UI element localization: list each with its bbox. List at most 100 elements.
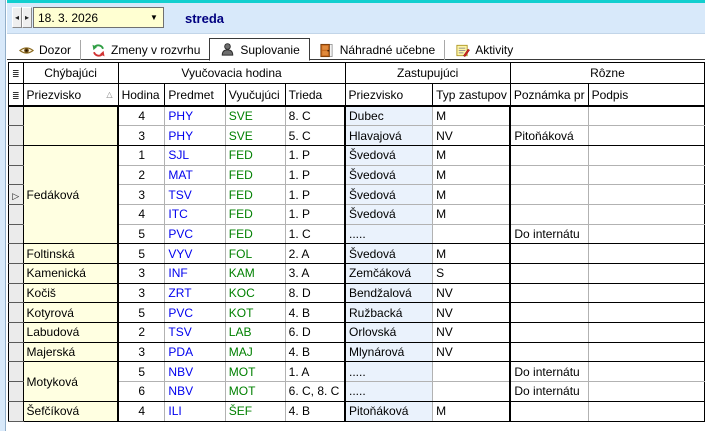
cell-trieda[interactable]: 6. C, 8. C [285, 382, 345, 402]
cell-hodina[interactable]: 6 [118, 382, 165, 402]
cell-zastupujuci[interactable]: Švedová [345, 204, 433, 224]
cell-podpis[interactable] [588, 204, 704, 224]
cell-hodina[interactable]: 1 [118, 145, 165, 165]
cell-chybajuci-priezvisko[interactable] [23, 106, 118, 145]
row-selector-cell[interactable] [9, 165, 24, 185]
cell-chybajuci-priezvisko[interactable]: Šefčíková [23, 401, 118, 421]
column-header[interactable]: Priezvisko△ [23, 84, 118, 107]
cell-trieda[interactable]: 1. P [285, 185, 345, 205]
cell-predmet[interactable]: TSV [165, 323, 225, 343]
cell-podpis[interactable] [588, 106, 704, 126]
column-header[interactable]: Priezvisko [345, 84, 433, 107]
date-combobox[interactable]: 18. 3. 2026 ▼ [33, 7, 164, 28]
cell-chybajuci-priezvisko[interactable]: Fedáková [23, 145, 118, 243]
cell-zastupujuci[interactable]: ..... [345, 382, 433, 402]
cell-poznamka[interactable] [510, 401, 588, 421]
cell-typ-zastupovania[interactable] [433, 362, 511, 382]
cell-vyucujuci[interactable]: KOC [225, 283, 285, 303]
cell-podpis[interactable] [588, 303, 704, 323]
cell-podpis[interactable] [588, 224, 704, 244]
cell-podpis[interactable] [588, 401, 704, 421]
cell-predmet[interactable]: TSV [165, 185, 225, 205]
cell-zastupujuci[interactable]: Pitoňáková [345, 401, 433, 421]
cell-typ-zastupovania[interactable] [433, 382, 511, 402]
column-header[interactable]: Vyučujúci [225, 84, 285, 107]
cell-vyucujuci[interactable]: LAB [225, 323, 285, 343]
cell-chybajuci-priezvisko[interactable]: Kamenická [23, 264, 118, 284]
cell-hodina[interactable]: 3 [118, 264, 165, 284]
cell-predmet[interactable]: MAT [165, 165, 225, 185]
cell-vyucujuci[interactable]: KOT [225, 303, 285, 323]
column-header[interactable]: Podpis [588, 84, 704, 107]
cell-vyucujuci[interactable]: FED [225, 145, 285, 165]
cell-poznamka[interactable] [510, 165, 588, 185]
row-selector-header[interactable]: ≣ [9, 84, 24, 107]
cell-poznamka[interactable] [510, 106, 588, 126]
column-header[interactable]: Typ zastupov [433, 84, 511, 107]
cell-poznamka[interactable] [510, 264, 588, 284]
cell-vyucujuci[interactable]: KAM [225, 264, 285, 284]
row-selector-cell[interactable] [9, 382, 24, 402]
column-header[interactable]: Predmet [165, 84, 225, 107]
cell-predmet[interactable]: PVC [165, 224, 225, 244]
cell-typ-zastupovania[interactable]: NV [433, 126, 511, 146]
cell-hodina[interactable]: 2 [118, 165, 165, 185]
cell-typ-zastupovania[interactable]: NV [433, 303, 511, 323]
column-header[interactable]: Trieda [285, 84, 345, 107]
cell-podpis[interactable] [588, 283, 704, 303]
cell-typ-zastupovania[interactable] [433, 224, 511, 244]
cell-trieda[interactable]: 4. B [285, 342, 345, 362]
cell-chybajuci-priezvisko[interactable]: Majerská [23, 342, 118, 362]
cell-poznamka[interactable]: Do internátu [510, 224, 588, 244]
next-day-button[interactable]: ▸ [22, 7, 32, 28]
row-selector-cell[interactable] [9, 204, 24, 224]
cell-vyucujuci[interactable]: FED [225, 165, 285, 185]
cell-chybajuci-priezvisko[interactable]: Labudová [23, 323, 118, 343]
cell-podpis[interactable] [588, 264, 704, 284]
row-selector-header[interactable]: ≣ [9, 63, 24, 84]
cell-podpis[interactable] [588, 382, 704, 402]
cell-predmet[interactable]: ILI [165, 401, 225, 421]
row-selector-cell[interactable] [9, 126, 24, 146]
cell-zastupujuci[interactable]: ..... [345, 224, 433, 244]
cell-trieda[interactable]: 8. D [285, 283, 345, 303]
cell-trieda[interactable]: 1. P [285, 204, 345, 224]
row-selector-cell[interactable] [9, 264, 24, 284]
cell-zastupujuci[interactable]: Švedová [345, 244, 433, 264]
cell-poznamka[interactable] [510, 145, 588, 165]
cell-poznamka[interactable] [510, 303, 588, 323]
cell-poznamka[interactable] [510, 342, 588, 362]
cell-poznamka[interactable]: Do internátu [510, 362, 588, 382]
cell-predmet[interactable]: INF [165, 264, 225, 284]
cell-vyucujuci[interactable]: FED [225, 224, 285, 244]
cell-vyucujuci[interactable]: MOT [225, 382, 285, 402]
cell-chybajuci-priezvisko[interactable]: Kočiš [23, 283, 118, 303]
cell-typ-zastupovania[interactable]: M [433, 185, 511, 205]
row-selector-cell[interactable] [9, 283, 24, 303]
tab-aktivity[interactable]: Aktivity [444, 40, 522, 60]
cell-poznamka[interactable]: Do internátu [510, 382, 588, 402]
cell-vyucujuci[interactable]: FED [225, 204, 285, 224]
cell-vyucujuci[interactable]: MOT [225, 362, 285, 382]
cell-poznamka[interactable] [510, 204, 588, 224]
cell-typ-zastupovania[interactable]: M [433, 401, 511, 421]
cell-typ-zastupovania[interactable]: M [433, 106, 511, 126]
column-header[interactable]: Poznámka pr [510, 84, 588, 107]
cell-zastupujuci[interactable]: Zemčáková [345, 264, 433, 284]
cell-vyucujuci[interactable]: ŠEF [225, 401, 285, 421]
cell-trieda[interactable]: 8. C [285, 106, 345, 126]
cell-typ-zastupovania[interactable]: M [433, 145, 511, 165]
cell-trieda[interactable]: 1. P [285, 165, 345, 185]
cell-typ-zastupovania[interactable]: NV [433, 283, 511, 303]
cell-predmet[interactable]: PHY [165, 126, 225, 146]
cell-zastupujuci[interactable]: Ružbacká [345, 303, 433, 323]
chevron-down-icon[interactable]: ▼ [145, 13, 163, 22]
row-selector-cell[interactable] [9, 145, 24, 165]
cell-predmet[interactable]: NBV [165, 382, 225, 402]
cell-zastupujuci[interactable]: Mlynárová [345, 342, 433, 362]
cell-hodina[interactable]: 3 [118, 126, 165, 146]
cell-predmet[interactable]: SJL [165, 145, 225, 165]
cell-trieda[interactable]: 3. A [285, 264, 345, 284]
cell-hodina[interactable]: 5 [118, 303, 165, 323]
cell-trieda[interactable]: 1. A [285, 362, 345, 382]
